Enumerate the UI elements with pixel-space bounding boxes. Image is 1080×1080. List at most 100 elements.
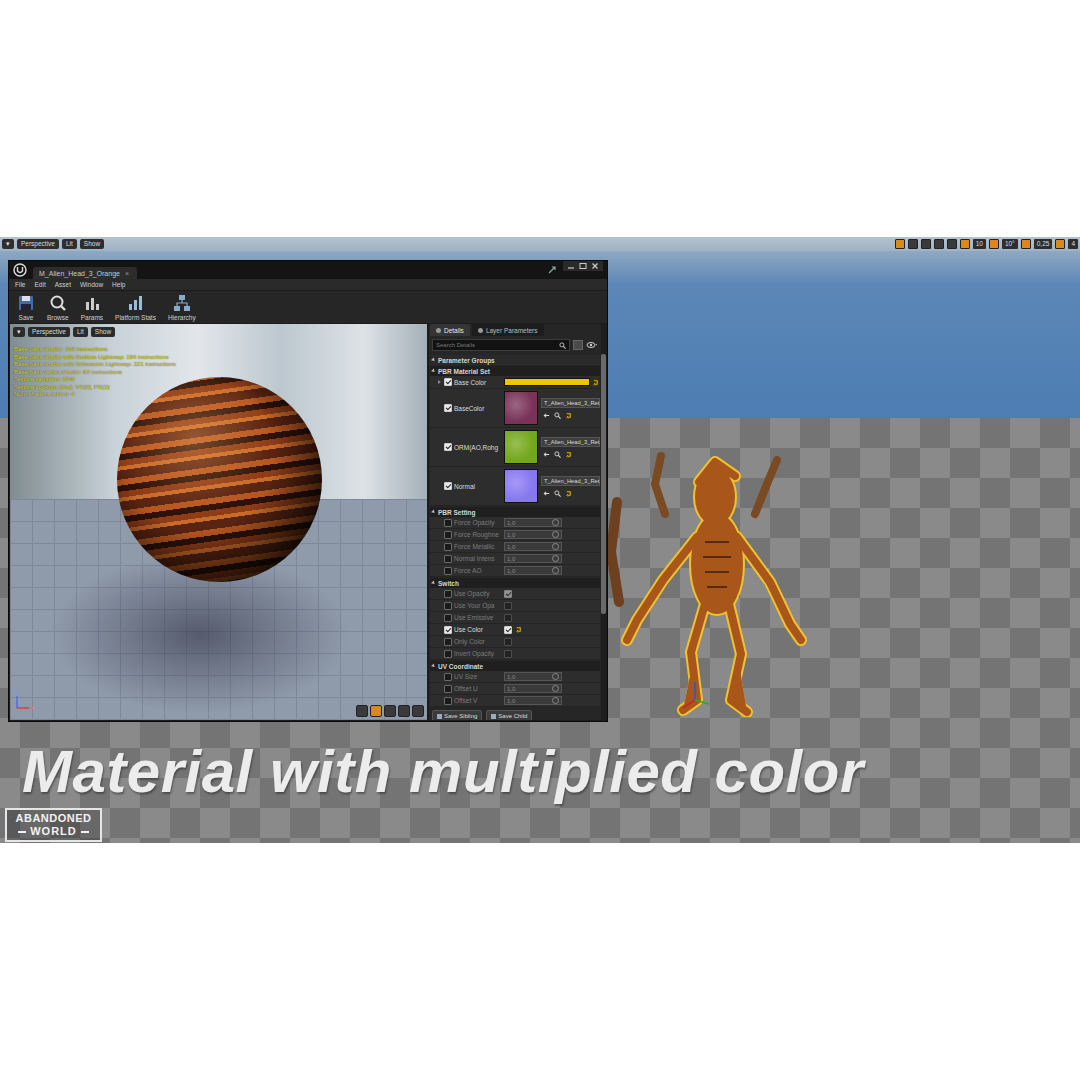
override-checkbox[interactable] — [444, 673, 452, 681]
menu-item[interactable]: Edit — [34, 281, 45, 288]
override-checkbox[interactable] — [444, 567, 452, 575]
browse-magnifier-icon[interactable] — [554, 451, 561, 458]
cylinder-icon[interactable] — [356, 705, 368, 717]
texture-thumbnail[interactable] — [504, 430, 538, 464]
asset-dropdown[interactable]: T_Alien_Head_3_Ret — [541, 398, 600, 408]
snap-value[interactable]: 10 — [973, 239, 986, 249]
switch-value-checkbox[interactable] — [504, 590, 512, 598]
spinner-icon[interactable] — [552, 697, 559, 704]
preview-button[interactable]: Lit — [73, 327, 88, 337]
menu-item[interactable]: Help — [112, 281, 125, 288]
override-checkbox[interactable] — [444, 697, 452, 705]
switch-value-checkbox[interactable] — [504, 650, 512, 658]
preview-sphere[interactable] — [117, 377, 322, 582]
cube-icon[interactable] — [398, 705, 410, 717]
override-checkbox[interactable] — [444, 555, 452, 563]
toolbar-button[interactable]: Params — [81, 294, 103, 321]
override-checkbox[interactable] — [444, 543, 452, 551]
sphere-icon[interactable] — [370, 705, 382, 717]
view-options-button[interactable]: ▾ — [2, 239, 14, 249]
mesh-icon[interactable] — [412, 705, 424, 717]
spinner-icon[interactable] — [552, 673, 559, 680]
snap-value[interactable]: 10° — [1002, 239, 1018, 249]
group-header[interactable]: UV Coordinate — [430, 661, 600, 671]
expand-icon[interactable] — [438, 380, 441, 384]
save-button[interactable]: Save Child — [486, 710, 532, 720]
number-field[interactable]: 1,0 — [504, 696, 562, 705]
use-selected-arrow-icon[interactable] — [543, 451, 550, 458]
parameter-groups-header[interactable]: Parameter Groups — [430, 355, 600, 365]
override-checkbox[interactable] — [444, 626, 452, 634]
use-selected-arrow-icon[interactable] — [543, 412, 550, 419]
close-icon[interactable] — [590, 262, 600, 270]
spinner-icon[interactable] — [552, 567, 559, 574]
preview-button[interactable]: Perspective — [28, 327, 70, 337]
number-field[interactable]: 1,0 — [504, 518, 562, 527]
scrollbar[interactable] — [601, 324, 606, 720]
texture-thumbnail[interactable] — [504, 469, 538, 503]
world-space-icon[interactable] — [934, 239, 944, 249]
number-field[interactable]: 1,0 — [504, 684, 562, 693]
reset-arrow-icon[interactable] — [515, 626, 522, 633]
toolbar-button[interactable]: Platform Stats — [115, 294, 156, 321]
toolbar-button[interactable]: Save — [17, 294, 35, 321]
spinner-icon[interactable] — [552, 543, 559, 550]
override-checkbox[interactable] — [444, 614, 452, 622]
override-checkbox[interactable] — [444, 531, 452, 539]
override-checkbox[interactable] — [444, 519, 452, 527]
details-tab[interactable]: Layer Parameters — [472, 324, 544, 336]
override-checkbox[interactable] — [444, 378, 452, 386]
scrollbar-thumb[interactable] — [601, 354, 606, 614]
maximize-icon[interactable] — [578, 262, 588, 270]
override-checkbox[interactable] — [444, 404, 452, 412]
switch-value-checkbox[interactable] — [504, 638, 512, 646]
plane-icon[interactable] — [384, 705, 396, 717]
view-toggle-icon[interactable] — [573, 340, 583, 350]
override-checkbox[interactable] — [444, 650, 452, 658]
number-field[interactable]: 1,0 — [504, 542, 562, 551]
number-field[interactable]: 1,0 — [504, 566, 562, 575]
override-checkbox[interactable] — [444, 602, 452, 610]
switch-value-checkbox[interactable] — [504, 626, 512, 634]
reset-arrow-icon[interactable] — [565, 451, 572, 458]
asset-dropdown[interactable]: T_Alien_Head_3_Ret — [541, 437, 600, 447]
spinner-icon[interactable] — [552, 555, 559, 562]
browse-magnifier-icon[interactable] — [554, 412, 561, 419]
browse-magnifier-icon[interactable] — [554, 490, 561, 497]
switch-value-checkbox[interactable] — [504, 614, 512, 622]
spinner-icon[interactable] — [552, 685, 559, 692]
number-field[interactable]: 1,0 — [504, 554, 562, 563]
texture-thumbnail[interactable] — [504, 391, 538, 425]
view-options-button[interactable]: ▾ — [13, 327, 25, 337]
search-field[interactable]: Search Details — [432, 339, 570, 351]
surface-snap-icon[interactable] — [947, 239, 957, 249]
eye-icon[interactable] — [586, 341, 598, 349]
override-checkbox[interactable] — [444, 482, 452, 490]
viewport-button[interactable]: Lit — [62, 239, 77, 249]
viewport-button[interactable]: Show — [80, 239, 104, 249]
preview-button[interactable]: Show — [91, 327, 115, 337]
level-viewport[interactable]: ▾PerspectiveLitShow1010°0,254M_Alien_Hea… — [0, 237, 1080, 843]
snap-toggle-icon[interactable] — [960, 239, 970, 249]
snap-toggle-icon[interactable] — [1021, 239, 1031, 249]
reset-arrow-icon[interactable] — [565, 412, 572, 419]
transform-mode-icon[interactable] — [895, 239, 905, 249]
material-instance-editor-window[interactable]: M_Alien_Head_3_Orange×FileEditAssetWindo… — [8, 260, 608, 722]
group-header[interactable]: PBR Setting — [430, 507, 600, 517]
snap-toggle-icon[interactable] — [989, 239, 999, 249]
override-checkbox[interactable] — [444, 443, 452, 451]
save-button[interactable]: Save Sibling — [432, 710, 482, 720]
rotate-mode-icon[interactable] — [908, 239, 918, 249]
viewport-button[interactable]: Perspective — [17, 239, 59, 249]
asset-dropdown[interactable]: T_Alien_Head_3_Ret — [541, 476, 600, 486]
material-preview-viewport[interactable]: ▾PerspectiveLitShowBase pass shader: 184… — [10, 324, 427, 720]
alien-character-icon[interactable] — [605, 442, 815, 717]
color-swatch[interactable] — [504, 378, 590, 386]
title-bar[interactable]: M_Alien_Head_3_Orange× — [9, 261, 607, 279]
number-field[interactable]: 1,0 — [504, 530, 562, 539]
minimize-icon[interactable] — [566, 262, 576, 270]
group-header[interactable]: Switch — [430, 578, 600, 588]
group-header[interactable]: PBR Material Set — [430, 366, 600, 376]
override-checkbox[interactable] — [444, 685, 452, 693]
details-tab[interactable]: Details — [430, 324, 470, 336]
